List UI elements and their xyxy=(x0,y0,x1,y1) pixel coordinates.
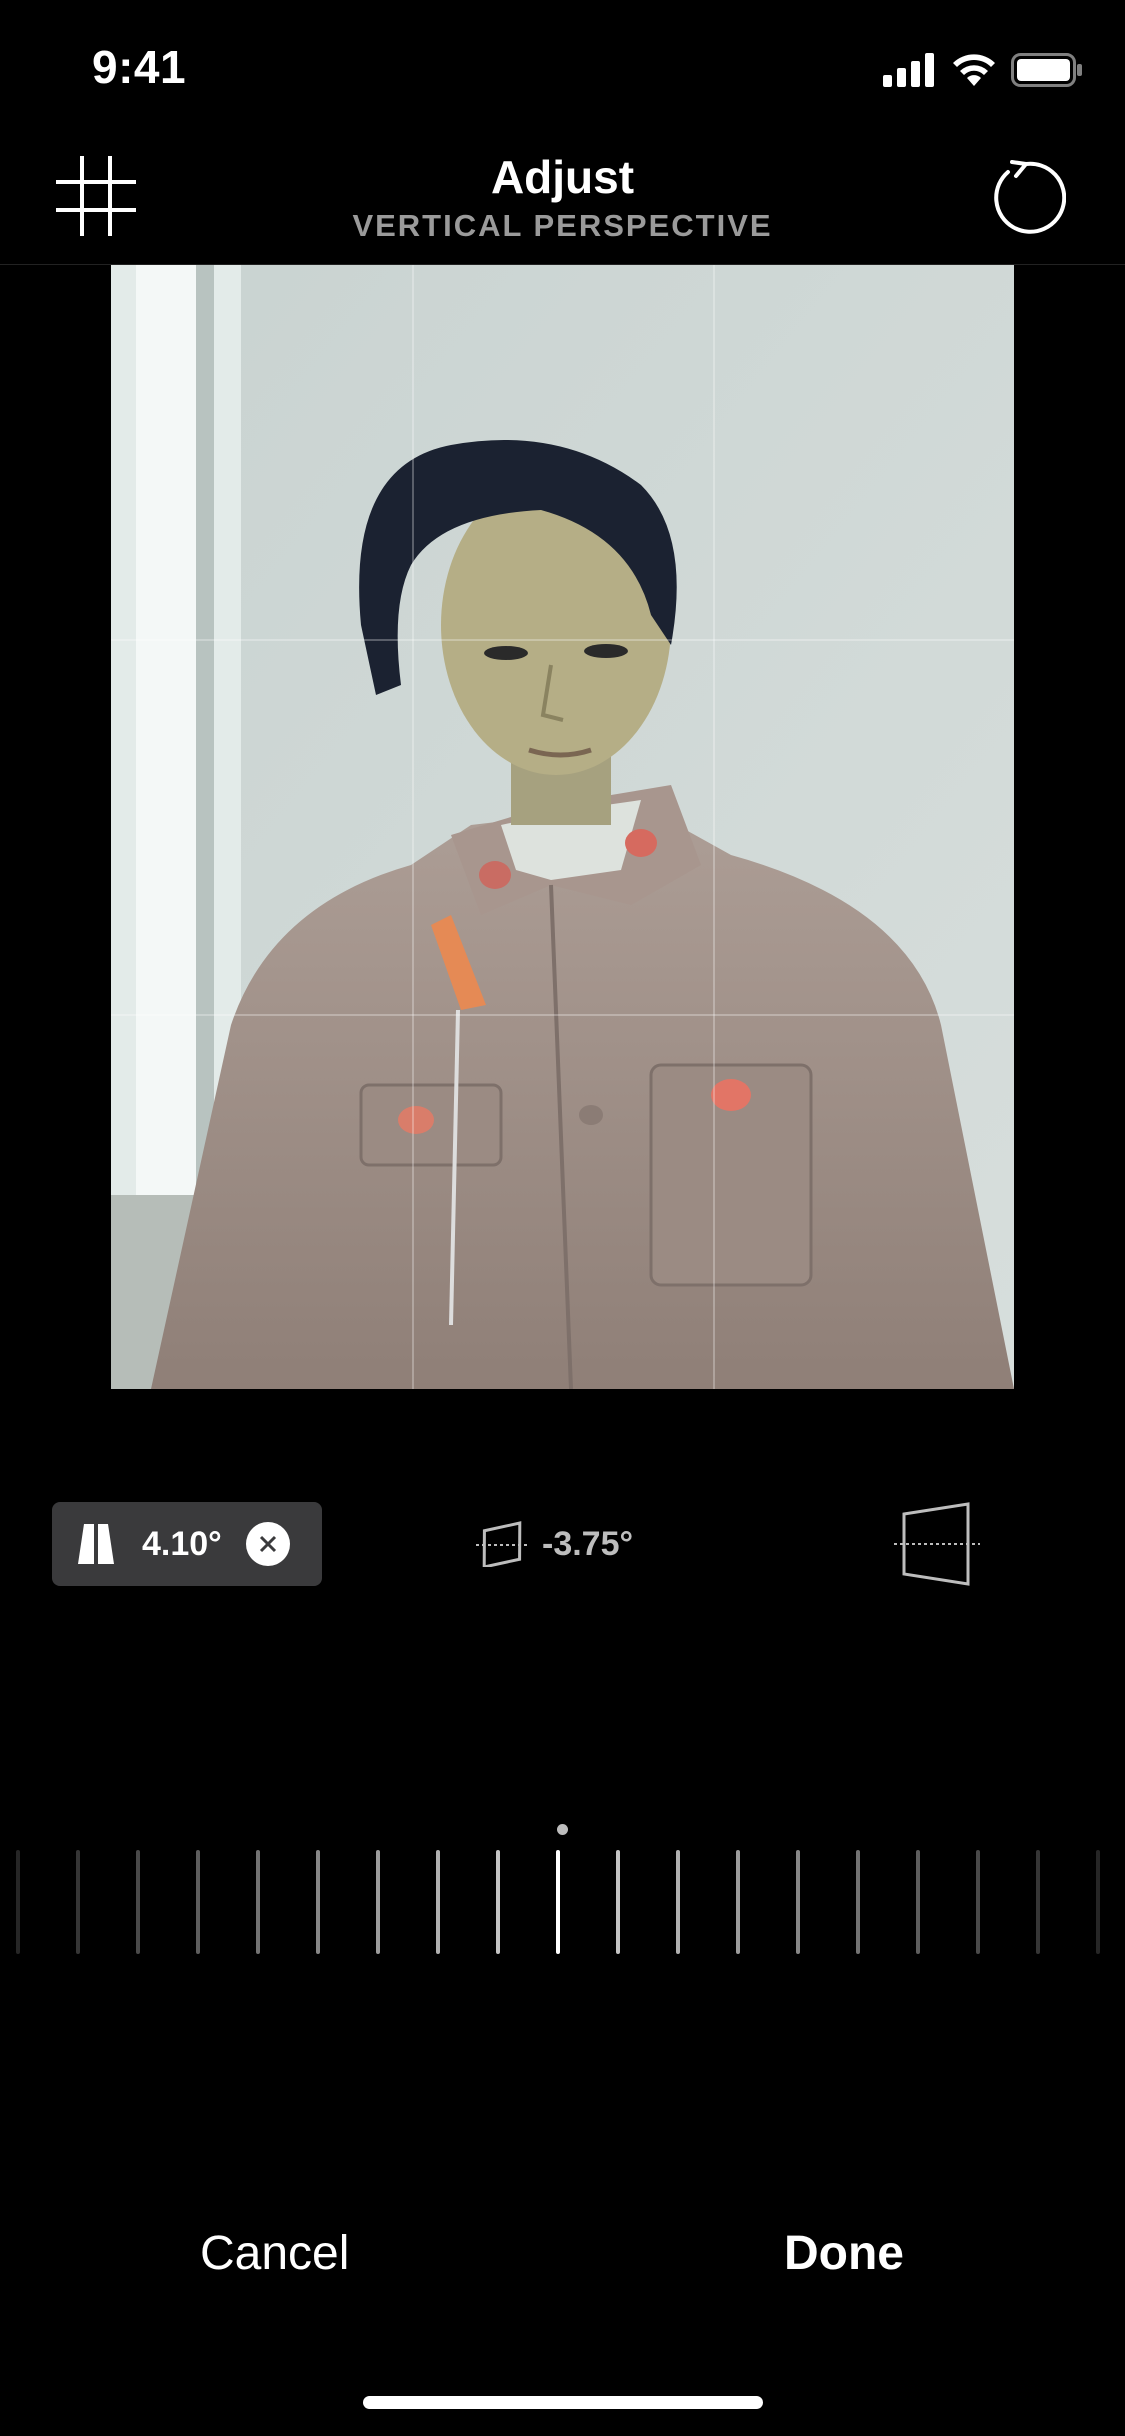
photo-canvas[interactable] xyxy=(111,265,1014,1389)
vertical-perspective-icon xyxy=(78,1522,114,1566)
ruler-tick xyxy=(856,1850,860,1954)
battery-icon xyxy=(1011,53,1082,87)
grid-line-v1 xyxy=(412,265,414,1389)
grid-line-v2 xyxy=(713,265,715,1389)
ruler-tick xyxy=(736,1850,740,1954)
ruler-tick xyxy=(16,1850,20,1954)
ruler-tick xyxy=(676,1850,680,1954)
adjustment-ruler[interactable] xyxy=(0,1850,1125,1960)
ruler-tick xyxy=(436,1850,440,1954)
cancel-button[interactable]: Cancel xyxy=(200,2226,349,2281)
ruler-tick xyxy=(1036,1850,1040,1954)
grid-line-h2 xyxy=(111,1014,1014,1016)
wifi-icon xyxy=(953,54,995,86)
ruler-tick xyxy=(796,1850,800,1954)
reset-rotate-icon xyxy=(994,160,1067,234)
horizontal-perspective-icon xyxy=(894,1502,980,1586)
ruler-indicator-dot xyxy=(557,1824,568,1835)
page-title: Adjust xyxy=(490,151,635,203)
ruler-tick xyxy=(316,1850,320,1954)
close-icon xyxy=(259,1535,276,1553)
ruler-tick xyxy=(196,1850,200,1954)
rotation-value: -3.75° xyxy=(542,1524,634,1563)
horizontal-perspective-control[interactable] xyxy=(892,1500,982,1588)
ruler-tick xyxy=(616,1850,620,1954)
vertical-perspective-control[interactable]: 4.10° xyxy=(52,1502,322,1586)
ruler-tick xyxy=(976,1850,980,1954)
reset-button[interactable] xyxy=(986,158,1067,238)
status-icons xyxy=(883,50,1083,90)
ruler-tick-center xyxy=(556,1850,560,1954)
ruler-tick xyxy=(1096,1850,1100,1954)
ruler-tick xyxy=(496,1850,500,1954)
page-subtitle: VERTICAL PERSPECTIVE xyxy=(352,208,773,243)
home-indicator xyxy=(363,2396,763,2409)
ruler-tick xyxy=(76,1850,80,1954)
cellular-signal-icon xyxy=(883,53,934,87)
grid-line-h1 xyxy=(111,639,1014,641)
vertical-perspective-value: 4.10° xyxy=(142,1524,222,1563)
clear-adjustment-button[interactable] xyxy=(245,1522,290,1566)
rotation-control[interactable]: -3.75° xyxy=(476,1512,633,1576)
status-time: 9:41 xyxy=(92,41,187,93)
rotate-icon xyxy=(476,1521,528,1567)
ruler-tick xyxy=(916,1850,920,1954)
ruler-tick xyxy=(376,1850,380,1954)
done-button[interactable]: Done xyxy=(784,2226,904,2281)
ruler-tick xyxy=(136,1850,140,1954)
photo-image xyxy=(111,265,1014,1389)
ruler-tick xyxy=(256,1850,260,1954)
